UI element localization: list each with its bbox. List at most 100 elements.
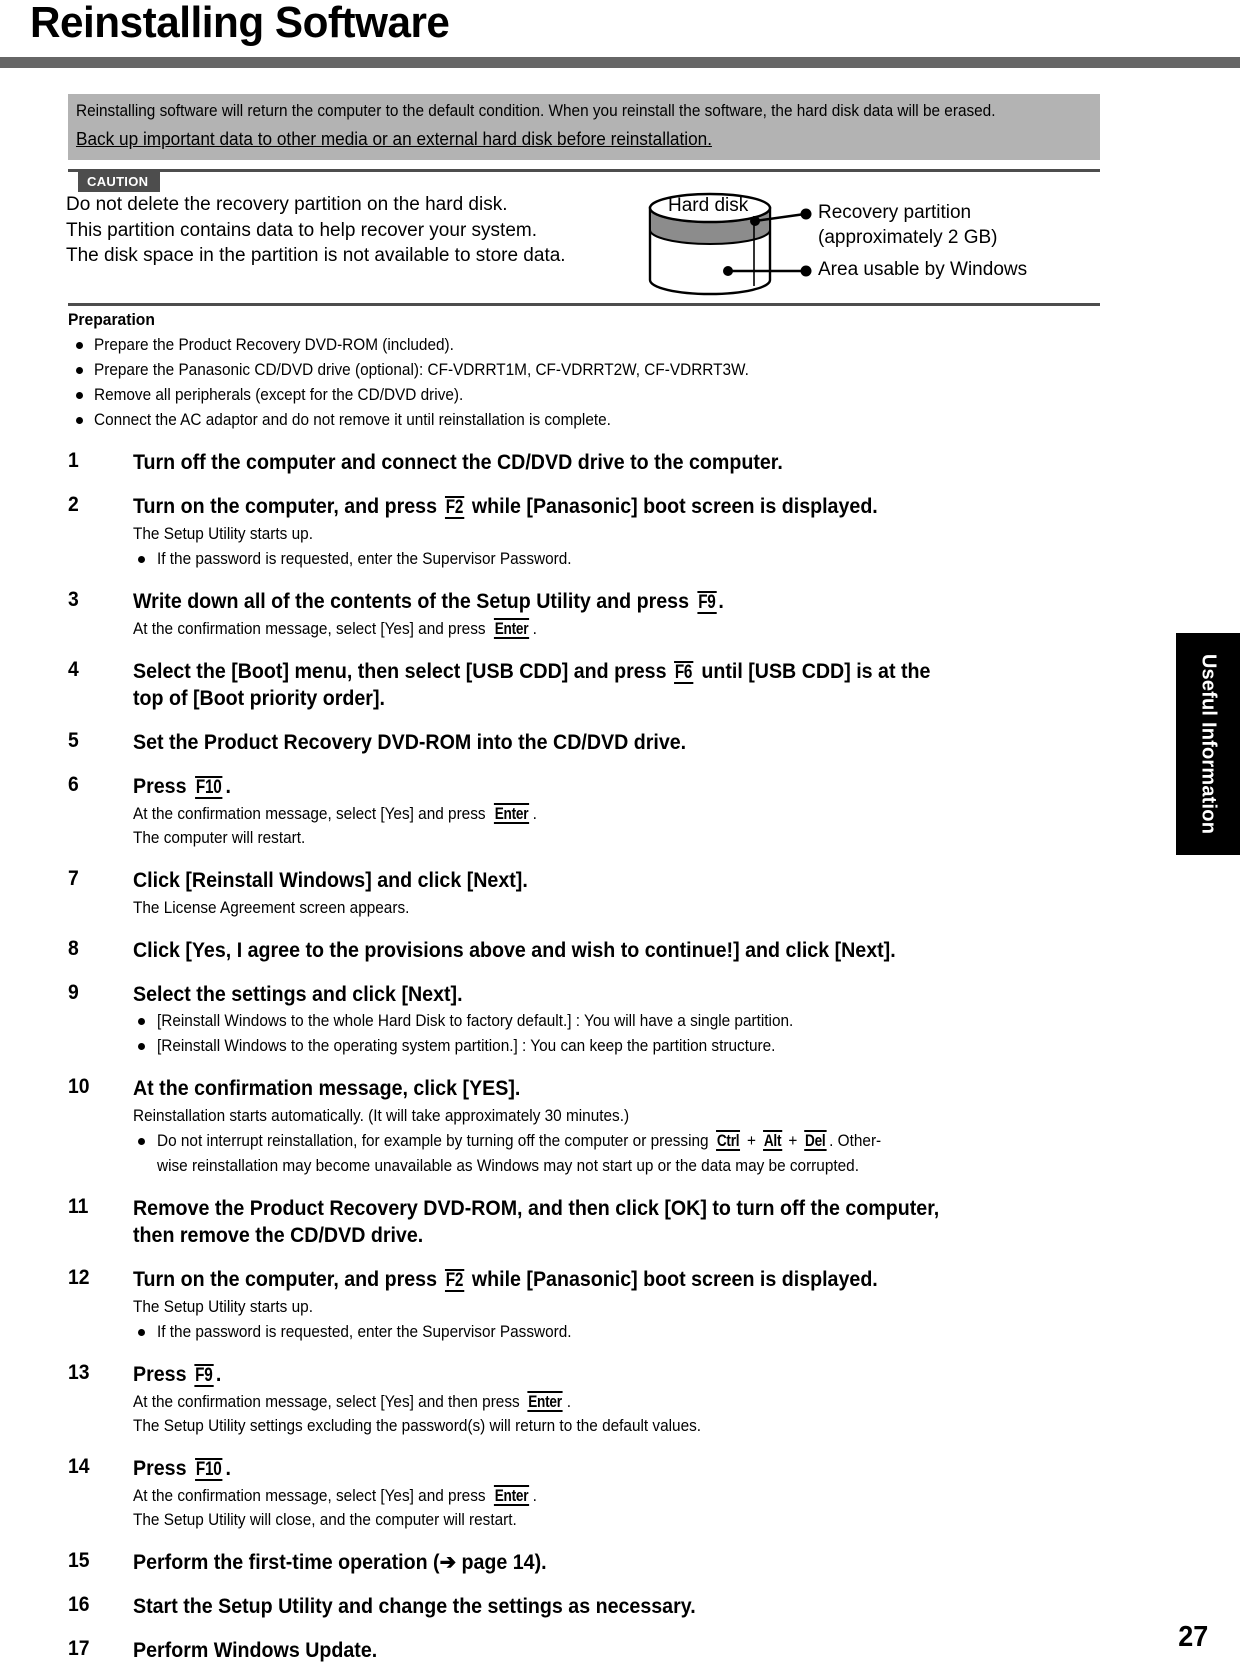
step-number: 8	[68, 937, 79, 960]
step-subtext-line: The computer will restart.	[133, 829, 306, 847]
step-title-line: top of [Boot priority order].	[133, 687, 385, 710]
arrow-right-icon: ➔	[439, 1551, 457, 1574]
step-subtext-line: The License Agreement screen appears.	[133, 899, 410, 917]
step-title-line: At the confirmation message, click [YES]…	[133, 1077, 521, 1100]
step-subtext-line: The Setup Utility settings excluding the…	[133, 1417, 702, 1435]
step-subtext-line: The Setup Utility starts up.	[133, 525, 313, 543]
step-title-line: Turn on the computer, and press F2 while…	[133, 493, 1035, 520]
hard-disk-label: Hard disk	[668, 195, 749, 216]
step-8: 8 Click [Yes, I agree to the provisions …	[68, 937, 1098, 964]
step-subtext-line: At the confirmation message, select [Yes…	[133, 617, 1030, 641]
step-title: Click [Reinstall Windows] and click [Nex…	[133, 867, 1098, 894]
step-title-line: Press F9.	[133, 1361, 1035, 1388]
list-item: Prepare the Panasonic CD/DVD drive (opti…	[68, 358, 1098, 382]
step-13: 13 Press F9. At the confirmation message…	[68, 1361, 1098, 1438]
list-item-label: Do not interrupt reinstallation, for exa…	[157, 1129, 881, 1153]
step-subtext-line: At the confirmation message, select [Yes…	[133, 1390, 1030, 1414]
step-bullet-list: Do not interrupt reinstallation, for exa…	[133, 1129, 1098, 1178]
step-text: .	[532, 805, 537, 823]
list-item-label: If the password is requested, enter the …	[157, 550, 572, 568]
step-number: 10	[68, 1075, 90, 1098]
step-text: Turn on the computer, and press	[133, 1268, 438, 1291]
step-17: 17 Perform Windows Update.	[68, 1637, 1098, 1664]
step-title: Press F10.	[133, 773, 1098, 800]
step-4: 4 Select the [Boot] menu, then select [U…	[68, 658, 1098, 712]
step-5: 5 Set the Product Recovery DVD-ROM into …	[68, 729, 1098, 756]
step-title: Select the settings and click [Next].	[133, 981, 1098, 1008]
step-title-line: Select the [Boot] menu, then select [USB…	[133, 658, 1035, 685]
step-title-line: Press F10.	[133, 1455, 1035, 1482]
step-subtext: The Setup Utility starts up.	[133, 522, 1098, 546]
bullet-dot-icon	[138, 1043, 145, 1050]
step-text: .	[566, 1393, 571, 1411]
list-item-label: [Reinstall Windows to the whole Hard Dis…	[157, 1012, 794, 1030]
step-text: Perform the first-time operation (	[133, 1551, 440, 1574]
step-title-line: Write down all of the contents of the Se…	[133, 588, 1035, 615]
step-number: 7	[68, 867, 79, 890]
instructions-content: Preparation Prepare the Product Recovery…	[68, 310, 1098, 1664]
step-number: 9	[68, 981, 79, 1004]
step-number: 6	[68, 773, 79, 796]
step-number: 15	[68, 1549, 90, 1572]
list-item-label: Prepare the Panasonic CD/DVD drive (opti…	[94, 361, 749, 379]
step-number: 14	[68, 1455, 90, 1478]
step-subtext: At the confirmation message, select [Yes…	[133, 802, 1098, 850]
step-title: Press F9.	[133, 1361, 1098, 1388]
key-del: Del	[804, 1130, 827, 1152]
list-item: Remove all peripherals (except for the C…	[68, 383, 1098, 407]
step-text: .	[532, 1487, 537, 1505]
step-bullet-list: If the password is requested, enter the …	[133, 1320, 1098, 1344]
step-title: Perform Windows Update.	[133, 1637, 1098, 1664]
bullet-dot-icon	[76, 367, 83, 374]
step-subtext: The Setup Utility starts up.	[133, 1295, 1098, 1319]
hard-disk-diagram: Hard disk Recovery partition (approximat…	[630, 186, 1100, 298]
step-subtext-line: The Setup Utility will close, and the co…	[133, 1511, 517, 1529]
key-f9: F9	[194, 1364, 214, 1388]
step-text: while [Panasonic] boot screen is display…	[471, 495, 878, 518]
step-title: Start the Setup Utility and change the s…	[133, 1593, 1098, 1620]
step-title-line: Press F10.	[133, 773, 1035, 800]
step-text: Press	[133, 1457, 187, 1480]
step-title-line: Start the Setup Utility and change the s…	[133, 1595, 696, 1618]
key-enter: Enter	[493, 1485, 529, 1507]
page-title: Reinstalling Software	[30, 0, 450, 47]
bullet-dot-icon	[76, 342, 83, 349]
caution-badge: CAUTION	[78, 172, 161, 192]
step-text: .	[225, 1457, 231, 1480]
step-title-line: Turn off the computer and connect the CD…	[133, 451, 783, 474]
bullet-dot-icon	[138, 1018, 145, 1025]
step-text: Do not interrupt reinstallation, for exa…	[157, 1132, 709, 1150]
step-title-line: Set the Product Recovery DVD-ROM into th…	[133, 731, 687, 754]
step-text: Select the [Boot] menu, then select [USB…	[133, 660, 667, 683]
step-title: Set the Product Recovery DVD-ROM into th…	[133, 729, 1098, 756]
step-title: Turn off the computer and connect the CD…	[133, 449, 1098, 476]
step-text: Turn on the computer, and press	[133, 495, 438, 518]
step-15: 15 Perform the first-time operation (➔ p…	[68, 1549, 1098, 1576]
step-subtext-line: The Setup Utility starts up.	[133, 1298, 313, 1316]
step-title-line: Select the settings and click [Next].	[133, 983, 463, 1006]
step-title: Select the [Boot] menu, then select [USB…	[133, 658, 1098, 712]
step-9: 9 Select the settings and click [Next]. …	[68, 981, 1098, 1058]
key-enter: Enter	[493, 618, 529, 640]
section-tab-useful-information[interactable]: Useful Information	[1176, 633, 1240, 855]
bullet-dot-icon	[76, 417, 83, 424]
list-item-label: wise reinstallation may become unavailab…	[157, 1157, 859, 1175]
list-item: Prepare the Product Recovery DVD-ROM (in…	[68, 333, 1098, 357]
step-text: .	[225, 775, 231, 798]
list-item-label: If the password is requested, enter the …	[157, 1323, 572, 1341]
warning-banner-line-2: Back up important data to other media or…	[76, 128, 712, 149]
list-item-label: Connect the AC adaptor and do not remove…	[94, 411, 611, 429]
step-text: page 14).	[456, 1551, 547, 1574]
step-subtext-line: At the confirmation message, select [Yes…	[133, 1484, 1030, 1508]
step-title: At the confirmation message, click [YES]…	[133, 1075, 1098, 1102]
bullet-dot-icon	[76, 392, 83, 399]
preparation-heading: Preparation	[68, 310, 155, 329]
list-item-label: Remove all peripherals (except for the C…	[94, 386, 464, 404]
caution-line-1: Do not delete the recovery partition on …	[66, 194, 508, 215]
step-text: .	[215, 1363, 222, 1386]
step-text: while [Panasonic] boot screen is display…	[471, 1268, 878, 1291]
list-item: [Reinstall Windows to the operating syst…	[133, 1034, 1098, 1058]
step-text: At the confirmation message, select [Yes…	[133, 1393, 520, 1411]
step-bullet-list: If the password is requested, enter the …	[133, 547, 1098, 571]
warning-banner: Reinstalling software will return the co…	[68, 94, 1100, 160]
